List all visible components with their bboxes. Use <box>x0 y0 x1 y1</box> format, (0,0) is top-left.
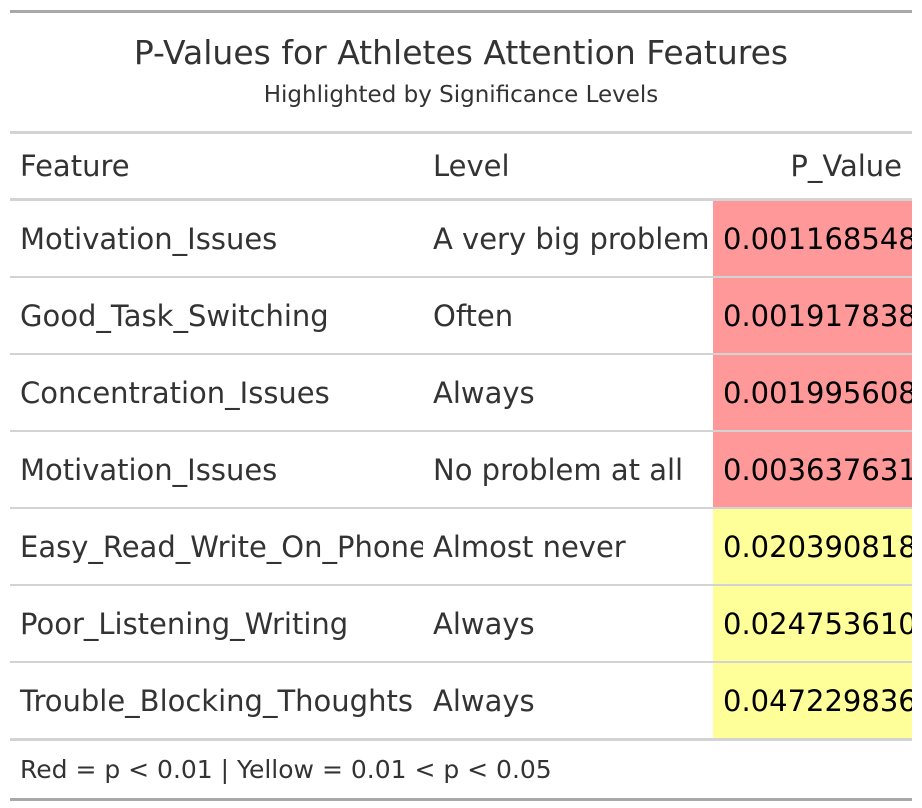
table-row: Concentration_Issues Always 0.001995608 <box>10 353 912 431</box>
table-header-block: P-Values for Athletes Attention Features… <box>10 13 912 134</box>
level-cell: Always <box>423 353 713 431</box>
column-header-row: Feature Level P_Value <box>10 134 912 201</box>
level-cell: Always <box>423 584 713 662</box>
table-subtitle: Highlighted by Significance Levels <box>263 82 659 108</box>
table-body: Motivation_Issues A very big problem 0.001… <box>10 199 912 738</box>
table-row: Motivation_Issues No problem at all 0.0036… <box>10 430 912 508</box>
p-value-cell: 0.024753610 <box>713 584 912 662</box>
column-header-feature: Feature <box>10 134 423 201</box>
level-cell: Often <box>423 276 713 354</box>
p-value-cell: 0.003637631 <box>713 430 912 508</box>
level-cell: Almost never <box>423 507 713 585</box>
table-footnote: Red = p < 0.01 | Yellow = 0.01 < p < 0.0… <box>10 738 912 798</box>
table-row: Motivation_Issues A very big problem 0.001… <box>10 199 912 277</box>
pvalue-table: Feature Level P_Value Motivation_Issues A… <box>10 134 912 738</box>
table-row: Good_Task_Switching Often 0.001917838 <box>10 276 912 354</box>
table-title: P-Values for Athletes Attention Features <box>133 33 789 72</box>
feature-cell: Concentration_Issues <box>10 353 423 431</box>
level-cell: No problem at all <box>423 430 713 508</box>
p-value-cell: 0.047229836 <box>713 661 912 738</box>
feature-cell: Poor_Listening_Writing <box>10 584 423 662</box>
feature-cell: Motivation_Issues <box>10 430 423 508</box>
table-row: Easy_Read_Write_On_Phone Almost never 0.02… <box>10 507 912 585</box>
table-row: Poor_Listening_Writing Always 0.024753610 <box>10 584 912 662</box>
pvalue-table-container: P-Values for Athletes Attention Features… <box>10 10 912 801</box>
feature-cell: Motivation_Issues <box>20 221 278 256</box>
p-value-cell: 0.020390818 <box>713 507 912 585</box>
column-header-level: Level <box>423 134 713 201</box>
p-value-cell: 0.001917838 <box>713 276 912 354</box>
p-value-cell: 0.001995608 <box>713 353 912 431</box>
column-header-p-value: P_Value <box>713 134 912 201</box>
feature-cell: Easy_Read_Write_On_Phone <box>10 507 423 585</box>
table-row: Trouble_Blocking_Thoughts Always 0.0472298… <box>10 661 912 738</box>
level-cell: Always <box>423 661 713 738</box>
p-value-cell: 0.001168548 <box>713 199 912 277</box>
level-cell: A very big problem <box>433 221 710 256</box>
feature-cell: Good_Task_Switching <box>10 276 423 354</box>
feature-cell: Trouble_Blocking_Thoughts <box>10 661 423 738</box>
